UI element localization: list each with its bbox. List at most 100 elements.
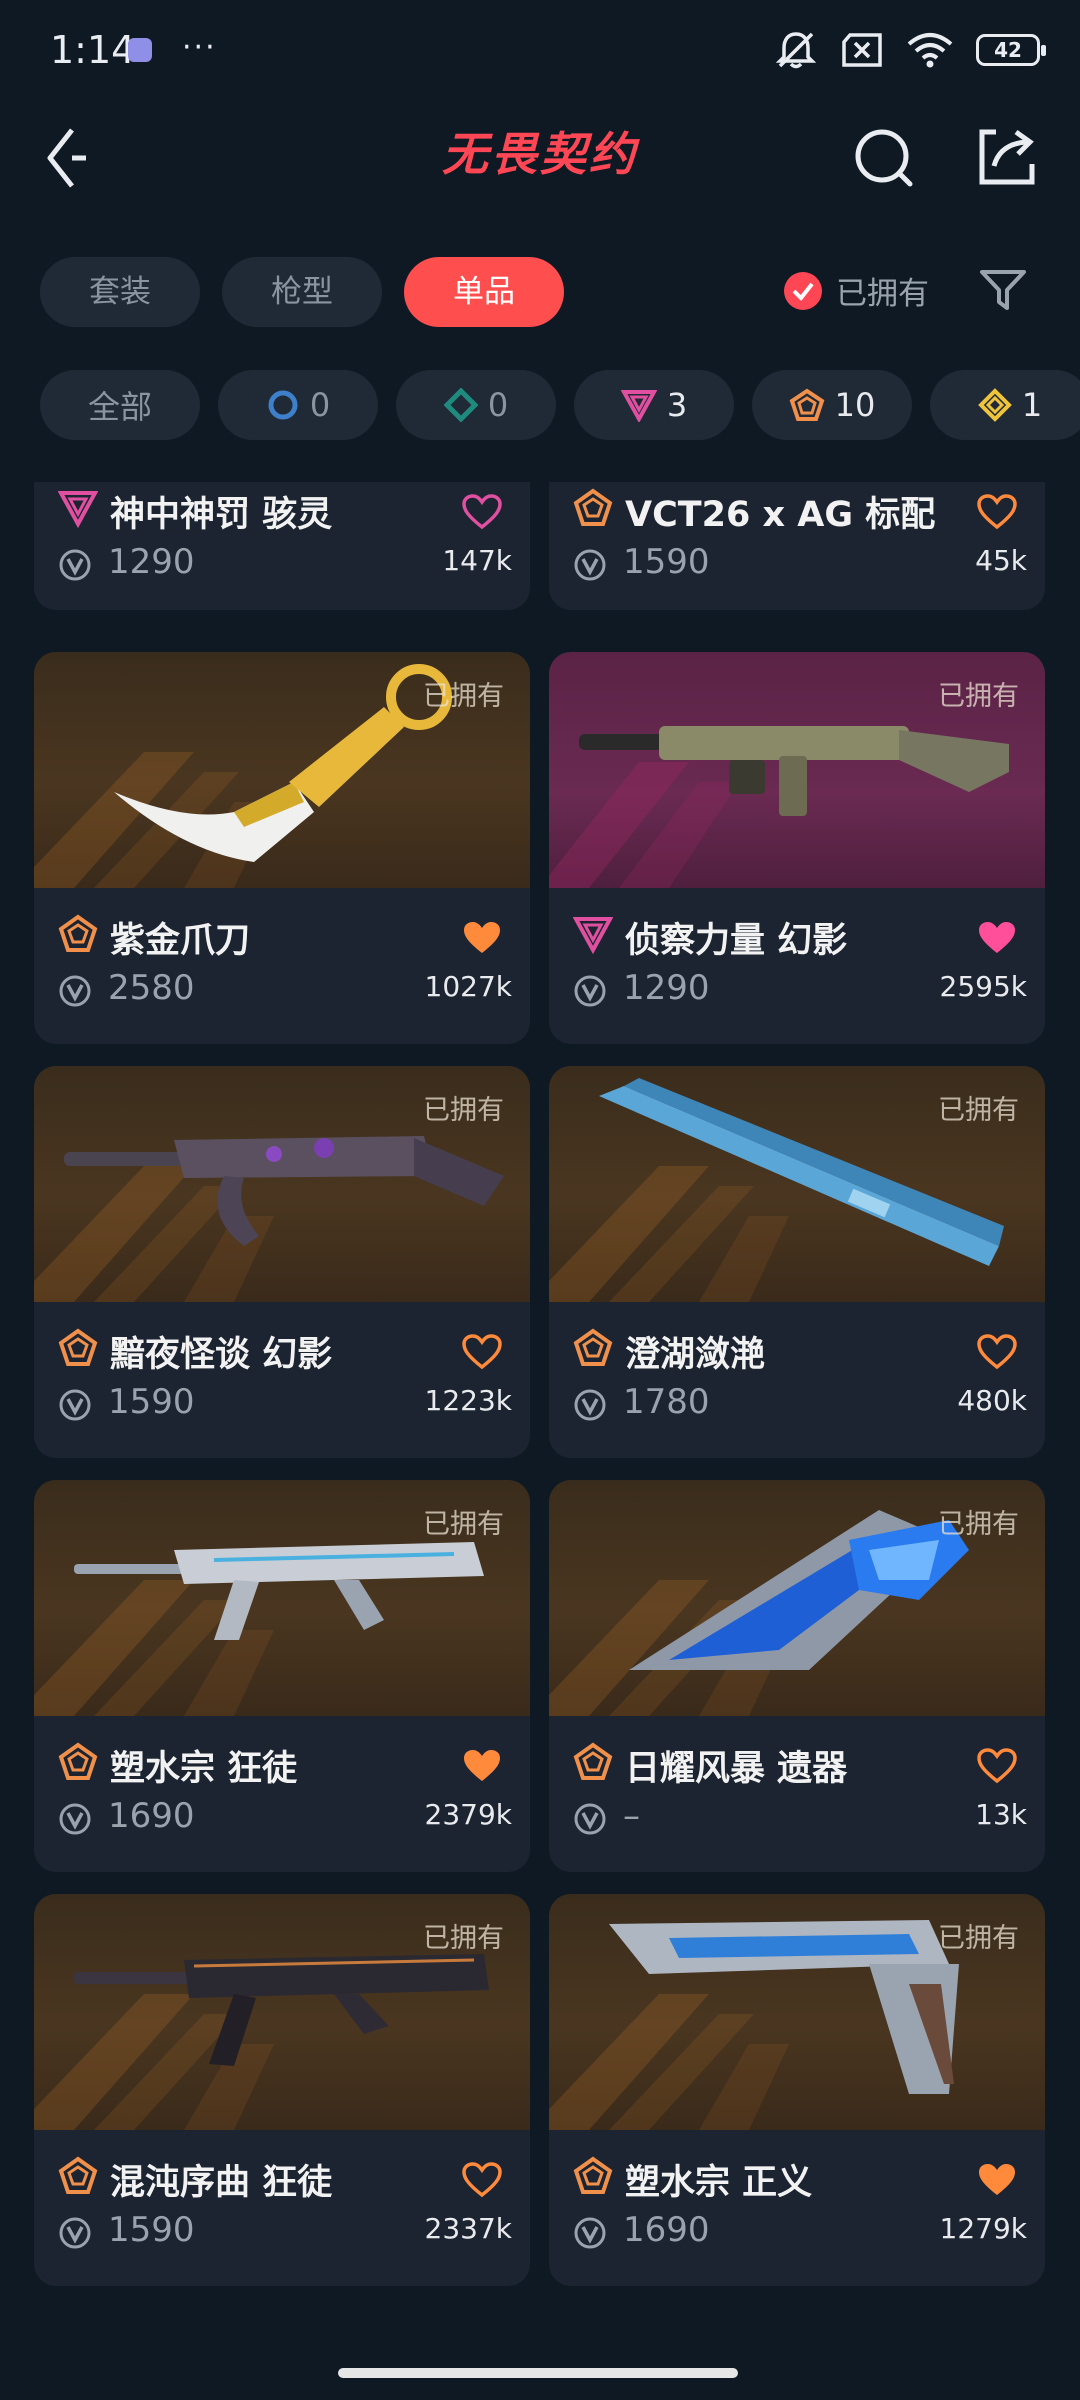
- item-card[interactable]: 已拥有 紫金爪刀 2580 1027k: [34, 652, 530, 1044]
- premium-rank-icon: [58, 488, 98, 528]
- item-name: 混沌序曲 狂徒: [110, 2163, 333, 2203]
- heart-filled-icon[interactable]: [977, 2162, 1017, 2198]
- item-price: 1290: [108, 542, 195, 582]
- item-card[interactable]: 已拥有 侦察力量 幻影 1290 2595k: [549, 652, 1045, 1044]
- vp-currency-icon: [58, 1388, 92, 1422]
- item-price: 1690: [623, 2210, 710, 2250]
- owned-tag: 已拥有: [938, 681, 1019, 712]
- item-card[interactable]: 已拥有 日耀风暴 遗器 – 13k: [549, 1480, 1045, 1872]
- teal-diamond-icon: [443, 388, 478, 422]
- chip-all[interactable]: 全部: [40, 370, 200, 440]
- chip-select-edition[interactable]: 0: [218, 370, 378, 440]
- item-price: 1690: [108, 1796, 195, 1836]
- item-image: 已拥有: [34, 652, 530, 888]
- share-icon[interactable]: [966, 116, 1046, 196]
- item-card[interactable]: 神中神罚 骇灵 1290 147k: [34, 482, 530, 610]
- item-image: 已拥有: [34, 1480, 530, 1716]
- chip-exclusive-edition[interactable]: 10: [752, 370, 912, 440]
- item-card[interactable]: 已拥有 塑水宗 狂徒 1690 2379k: [34, 1480, 530, 1872]
- item-name: 塑水宗 正义: [625, 2163, 813, 2203]
- item-name: 侦察力量 幻影: [625, 921, 848, 961]
- tab-single-item[interactable]: 单品: [404, 257, 564, 327]
- like-count: 1223k: [424, 1384, 512, 1417]
- heart-outline-icon[interactable]: [462, 494, 502, 530]
- item-image: 已拥有: [34, 1066, 530, 1302]
- like-count: 2595k: [939, 970, 1027, 1003]
- item-name: 塑水宗 狂徒: [110, 1749, 298, 1789]
- chip-count: 3: [666, 386, 688, 424]
- item-card[interactable]: 已拥有 塑水宗 正义 1690 1279k: [549, 1894, 1045, 2286]
- like-count: 480k: [957, 1384, 1027, 1417]
- item-name: 澄湖潋滟: [625, 1335, 766, 1375]
- item-price: 1780: [623, 1382, 710, 1422]
- chip-count: 0: [487, 386, 509, 424]
- item-price: –: [623, 1796, 640, 1836]
- exclusive-rank-icon: [573, 1742, 613, 1782]
- home-indicator[interactable]: [338, 2368, 738, 2378]
- item-name: 神中神罚 骇灵: [110, 495, 333, 535]
- exclusive-rank-icon: [58, 1328, 98, 1368]
- vp-currency-icon: [58, 2216, 92, 2250]
- vp-currency-icon: [58, 1802, 92, 1836]
- item-card[interactable]: VCT26 x AG 标配 1590 45k: [549, 482, 1045, 610]
- item-grid: 神中神罚 骇灵 1290 147k VCT26 x AG 标配 1590 45k…: [0, 482, 1080, 2314]
- chip-premium-edition[interactable]: 3: [574, 370, 734, 440]
- owned-tag: 已拥有: [938, 1095, 1019, 1126]
- heart-outline-icon[interactable]: [977, 1334, 1017, 1370]
- chip-deluxe-edition[interactable]: 0: [396, 370, 556, 440]
- chip-ultra-edition[interactable]: 1: [930, 370, 1080, 440]
- owned-tag: 已拥有: [938, 1923, 1019, 1954]
- exclusive-rank-icon: [58, 914, 98, 954]
- owned-toggle[interactable]: 已拥有: [784, 268, 929, 313]
- vp-currency-icon: [58, 548, 92, 582]
- item-price: 1590: [108, 2210, 195, 2250]
- exclusive-rank-icon: [58, 1742, 98, 1782]
- tab-gun-type[interactable]: 枪型: [222, 257, 382, 327]
- like-count: 1027k: [424, 970, 512, 1003]
- item-price: 1590: [623, 542, 710, 582]
- search-icon[interactable]: [846, 116, 926, 196]
- premium-rank-icon: [573, 914, 613, 954]
- heart-outline-icon[interactable]: [977, 494, 1017, 530]
- owned-tag: 已拥有: [423, 1923, 504, 1954]
- item-name: 紫金爪刀: [110, 921, 251, 961]
- owned-tag: 已拥有: [423, 681, 504, 712]
- exclusive-rank-icon: [573, 2156, 613, 2196]
- chip-count: 0: [309, 386, 331, 424]
- item-name: VCT26 x AG 标配: [625, 495, 936, 535]
- like-count: 2379k: [424, 1798, 512, 1831]
- exclusive-rank-icon: [573, 1328, 613, 1368]
- filter-icon[interactable]: [976, 266, 1030, 314]
- heart-outline-icon[interactable]: [977, 1748, 1017, 1784]
- mute-icon: [775, 32, 817, 69]
- status-time: 1:14: [50, 28, 136, 72]
- vp-currency-icon: [58, 974, 92, 1008]
- status-bar: 1:14 ··· 42: [0, 0, 1080, 104]
- heart-filled-icon[interactable]: [462, 1748, 502, 1784]
- owned-filter-label: 已拥有: [836, 276, 929, 312]
- like-count: 2337k: [424, 2212, 512, 2245]
- checked-icon: [784, 271, 822, 310]
- pink-triangle-icon: [620, 390, 657, 422]
- tab-outfit[interactable]: 套装: [40, 257, 200, 327]
- heart-filled-icon[interactable]: [977, 920, 1017, 956]
- battery-icon: 42: [976, 34, 1046, 66]
- app-header: 无畏契约: [0, 104, 1080, 234]
- item-price: 1290: [623, 968, 710, 1008]
- chip-count: 1: [1021, 386, 1043, 424]
- heart-outline-icon[interactable]: [462, 2162, 502, 2198]
- vp-currency-icon: [573, 1388, 607, 1422]
- item-card[interactable]: 已拥有 澄湖潋滟 1780 480k: [549, 1066, 1045, 1458]
- item-card[interactable]: 已拥有 混沌序曲 狂徒 1590 2337k: [34, 1894, 530, 2286]
- gold-diamond-icon: [977, 388, 1012, 422]
- heart-outline-icon[interactable]: [462, 1334, 502, 1370]
- item-card[interactable]: 已拥有 黯夜怪谈 幻影 1590 1223k: [34, 1066, 530, 1458]
- item-image: 已拥有: [549, 652, 1045, 888]
- app-notification-icon: [128, 38, 152, 62]
- vp-currency-icon: [573, 2216, 607, 2250]
- like-count: 1279k: [939, 2212, 1027, 2245]
- chip-label: 全部: [87, 388, 152, 426]
- item-name: 日耀风暴 遗器: [625, 1749, 848, 1789]
- like-count: 13k: [975, 1798, 1027, 1831]
- heart-filled-icon[interactable]: [462, 920, 502, 956]
